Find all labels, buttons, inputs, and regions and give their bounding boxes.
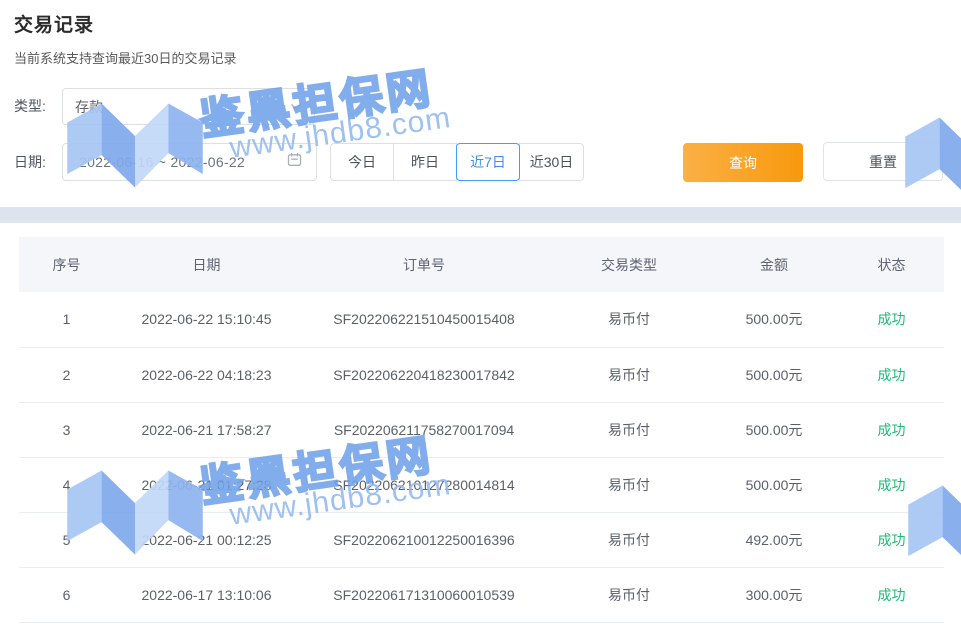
cell-order: SF202206220418230017842 [299,347,549,402]
cell-amount: 492.00元 [709,512,839,567]
cell-no: 3 [19,402,114,457]
cell-type: 易币付 [549,402,709,457]
status-badge: 成功 [839,347,944,402]
quick-range-group: 今日 昨日 近7日 近30日 [330,143,584,181]
cell-date: 2022-06-22 15:10:45 [114,292,299,347]
cell-order: SF202206211758270017094 [299,402,549,457]
cell-order: SF202206210127280014814 [299,457,549,512]
calendar-icon [287,152,302,172]
cell-type: 易币付 [549,512,709,567]
col-header-order: 订单号 [299,237,549,292]
date-range-input[interactable]: 2022-06-16 ~ 2022-06-22 [62,143,317,181]
page-title: 交易记录 [14,10,94,37]
reset-button[interactable]: 重置 [823,142,943,181]
status-badge: 成功 [839,457,944,512]
status-badge: 成功 [839,292,944,347]
cell-order: SF202206171310060010539 [299,567,549,622]
col-header-status: 状态 [839,237,944,292]
status-badge: 成功 [839,567,944,622]
type-select-value: 存款 [75,97,290,117]
cell-amount: 300.00元 [709,567,839,622]
section-divider [0,207,961,223]
quick-range-today[interactable]: 今日 [330,143,394,181]
col-header-type: 交易类型 [549,237,709,292]
cell-date: 2022-06-21 17:58:27 [114,402,299,457]
col-header-no: 序号 [19,237,114,292]
date-label: 日期: [14,143,46,181]
table-header-row: 序号 日期 订单号 交易类型 金额 状态 [19,237,944,292]
cell-amount: 500.00元 [709,402,839,457]
type-label: 类型: [14,88,46,125]
cell-amount: 500.00元 [709,347,839,402]
cell-type: 易币付 [549,567,709,622]
cell-no: 2 [19,347,114,402]
chevron-down-icon [290,98,302,116]
cell-no: 1 [19,292,114,347]
quick-range-30days[interactable]: 近30日 [519,143,584,181]
table-row: 1 2022-06-22 15:10:45 SF2022062215104500… [19,292,944,347]
col-header-date: 日期 [114,237,299,292]
table-row: 4 2022-06-21 01:27:28 SF2022062101272800… [19,457,944,512]
cell-type: 易币付 [549,347,709,402]
quick-range-7days[interactable]: 近7日 [456,143,520,181]
transactions-table: 序号 日期 订单号 交易类型 金额 状态 1 2022-06-22 15:10:… [19,237,944,623]
cell-order: SF202206221510450015408 [299,292,549,347]
table-row: 3 2022-06-21 17:58:27 SF2022062117582700… [19,402,944,457]
type-select[interactable]: 存款 [62,88,315,125]
cell-date: 2022-06-21 00:12:25 [114,512,299,567]
col-header-amount: 金额 [709,237,839,292]
page-subtitle: 当前系统支持查询最近30日的交易记录 [14,48,236,67]
search-button[interactable]: 查询 [683,143,803,182]
cell-type: 易币付 [549,457,709,512]
quick-range-yesterday[interactable]: 昨日 [393,143,457,181]
cell-no: 5 [19,512,114,567]
cell-type: 易币付 [549,292,709,347]
transaction-records-page: 交易记录 当前系统支持查询最近30日的交易记录 类型: 存款 日期: 2022-… [0,0,961,624]
cell-amount: 500.00元 [709,457,839,512]
table-row: 6 2022-06-17 13:10:06 SF2022061713100600… [19,567,944,622]
table-row: 5 2022-06-21 00:12:25 SF2022062100122500… [19,512,944,567]
cell-date: 2022-06-21 01:27:28 [114,457,299,512]
cell-no: 4 [19,457,114,512]
cell-amount: 500.00元 [709,292,839,347]
status-badge: 成功 [839,512,944,567]
status-badge: 成功 [839,402,944,457]
cell-date: 2022-06-22 04:18:23 [114,347,299,402]
cell-order: SF202206210012250016396 [299,512,549,567]
cell-date: 2022-06-17 13:10:06 [114,567,299,622]
date-range-value: 2022-06-16 ~ 2022-06-22 [79,154,287,170]
cell-no: 6 [19,567,114,622]
table-row: 2 2022-06-22 04:18:23 SF2022062204182300… [19,347,944,402]
